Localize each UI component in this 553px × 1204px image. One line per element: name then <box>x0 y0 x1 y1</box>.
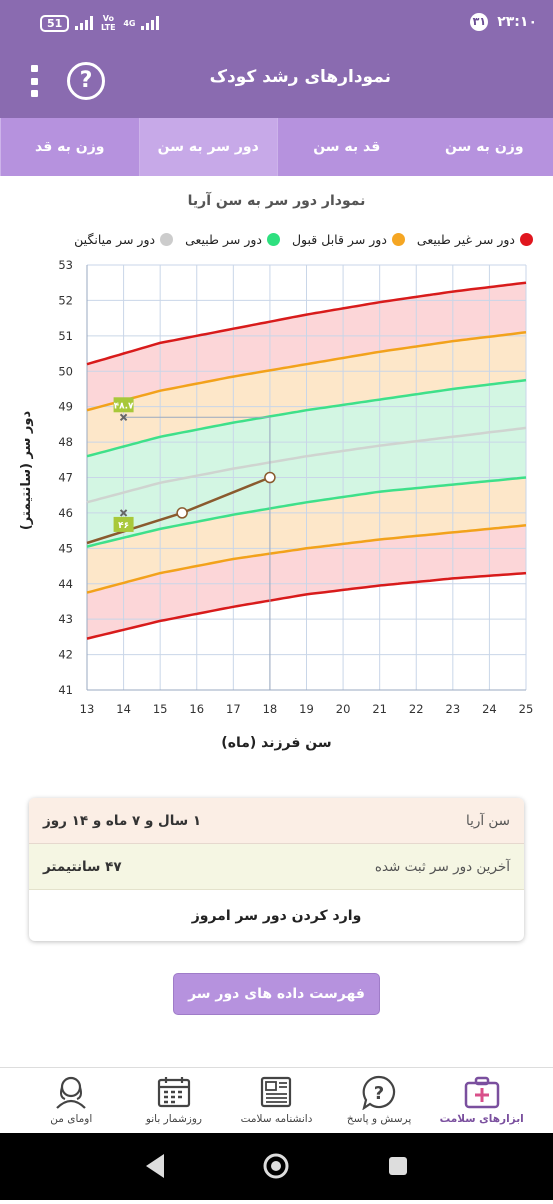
legend-label: دور سر میانگین <box>74 232 155 247</box>
network-type-label: 4G <box>123 19 135 28</box>
legend-dot <box>160 233 173 246</box>
y-tick-label: 51 <box>58 329 73 343</box>
y-tick-label: 42 <box>58 648 73 662</box>
nav-label: پرسش و پاسخ <box>347 1113 411 1125</box>
legend-item-acceptable[interactable]: دور سر قابل قبول <box>292 232 405 247</box>
nav-encyclopedia[interactable]: دانشنامه سلامت <box>231 1068 321 1133</box>
nav-profile[interactable]: اومای من <box>26 1068 116 1133</box>
signal-icon-2 <box>141 16 159 30</box>
chart-legend: دور سر غیر طبیعی دور سر قابل قبول دور سر… <box>74 232 533 247</box>
svg-text:?: ? <box>374 1083 384 1104</box>
tab-head-age[interactable]: دور سر به سن <box>139 118 278 176</box>
enter-today-button[interactable]: وارد کردن دور سر امروز <box>29 890 524 941</box>
x-tick-label: 23 <box>446 702 461 716</box>
tab-height-age[interactable]: قد به سن <box>277 118 416 176</box>
overflow-menu-button[interactable] <box>20 61 48 101</box>
x-tick-label: 17 <box>226 702 241 716</box>
legend-dot <box>520 233 533 246</box>
age-label: سن آریا <box>466 813 510 829</box>
encyclopedia-icon <box>257 1074 295 1110</box>
calendar-icon <box>155 1074 193 1110</box>
y-tick-label: 50 <box>58 364 73 378</box>
status-bar: 51 Vo LTE 4G ۳۱ ۲۳:۱۰ <box>0 0 553 45</box>
x-tick-label: 18 <box>263 702 278 716</box>
battery-indicator: 51 <box>40 15 69 32</box>
nav-label: ابزارهای سلامت <box>440 1113 524 1125</box>
y-tick-label: 46 <box>58 506 73 520</box>
last-measure-row: آخرین دور سر ثبت شده ۴۷ سانتیمتر <box>29 844 524 890</box>
legend-item-mean[interactable]: دور سر میانگین <box>74 232 173 247</box>
legend-dot <box>392 233 405 246</box>
y-tick-label: 48 <box>58 435 73 449</box>
x-axis-label: سن فرزند (ماه) <box>0 735 553 751</box>
help-button[interactable]: ? <box>67 62 105 100</box>
x-tick-label: 20 <box>336 702 351 716</box>
app-bar: نمودارهای رشد کودک ? <box>0 45 553 118</box>
nav-label: روزشمار بانو <box>146 1113 202 1125</box>
clock: ۲۳:۱۰ <box>497 14 537 30</box>
volte-label: Vo LTE <box>99 14 117 32</box>
status-time: ۳۱ ۲۳:۱۰ <box>470 13 537 31</box>
signal-icon <box>75 16 93 30</box>
last-measure-label: آخرین دور سر ثبت شده <box>375 859 510 875</box>
profile-icon <box>52 1074 90 1110</box>
y-tick-label: 43 <box>58 612 73 626</box>
nav-qa[interactable]: ? پرسش و پاسخ <box>334 1068 424 1133</box>
nav-label: دانشنامه سلامت <box>241 1113 313 1125</box>
x-tick-label: 13 <box>80 702 95 716</box>
x-tick-label: 24 <box>482 702 497 716</box>
x-tick-label: 22 <box>409 702 424 716</box>
x-tick-label: 16 <box>189 702 204 716</box>
recents-icon[interactable] <box>389 1157 407 1175</box>
age-row: سن آریا ۱ سال و ۷ ماه و ۱۴ روز <box>29 798 524 844</box>
nav-label: اومای من <box>50 1113 92 1125</box>
chart-tabs: وزن به سن قد به سن دور سر به سن وزن به ق… <box>0 118 553 176</box>
legend-label: دور سر طبیعی <box>185 232 262 247</box>
system-navigation-bar <box>0 1133 553 1200</box>
last-measure-value: ۴۷ سانتیمتر <box>43 859 122 875</box>
legend-item-abnormal[interactable]: دور سر غیر طبیعی <box>417 232 533 247</box>
status-icons: 51 Vo LTE 4G <box>40 14 159 32</box>
head-circumference-chart[interactable]: 13 14 15 16 17 18 19 20 21 22 23 24 25 41 42 43 44 45 46 47… <box>0 255 553 725</box>
x-tick-label: 19 <box>299 702 314 716</box>
x-tick-label: 21 <box>372 702 387 716</box>
y-tick-label: 45 <box>58 541 73 555</box>
legend-dot <box>267 233 280 246</box>
y-tick-label: 52 <box>58 293 73 307</box>
legend-label: دور سر قابل قبول <box>292 232 387 247</box>
x-tick-label: 14 <box>116 702 131 716</box>
notification-badge: ۳۱ <box>470 13 488 31</box>
back-icon[interactable] <box>146 1154 164 1178</box>
child-point <box>177 508 187 518</box>
nav-health-tools[interactable]: ابزارهای سلامت <box>437 1068 527 1133</box>
child-point <box>265 473 275 483</box>
age-value: ۱ سال و ۷ ماه و ۱۴ روز <box>43 813 201 829</box>
x-tick-label: 15 <box>153 702 168 716</box>
info-card: سن آریا ۱ سال و ۷ ماه و ۱۴ روز آخرین دور… <box>29 798 524 941</box>
y-tick-label: 49 <box>58 400 73 414</box>
y-tick-label: 47 <box>58 471 73 485</box>
legend-label: دور سر غیر طبیعی <box>417 232 515 247</box>
y-tick-label: 41 <box>58 683 73 697</box>
tab-weight-height[interactable]: وزن به قد <box>0 118 139 176</box>
y-axis-label: دور سر (سانتیمتر) <box>19 411 34 530</box>
tab-weight-age[interactable]: وزن به سن <box>416 118 553 176</box>
page-title: نمودارهای رشد کودک <box>210 67 391 87</box>
marker-label: ۴۶ <box>118 521 129 531</box>
x-tick-label: 25 <box>519 702 534 716</box>
bottom-navigation: ابزارهای سلامت ? پرسش و پاسخ دانشنامه سل… <box>0 1067 553 1133</box>
marker-label: ۴۸.۷ <box>114 401 134 411</box>
chart-title: نمودار دور سر به سن آریا <box>0 193 553 209</box>
legend-item-normal[interactable]: دور سر طبیعی <box>185 232 280 247</box>
y-tick-label: 44 <box>58 577 73 591</box>
nav-calendar[interactable]: روزشمار بانو <box>129 1068 219 1133</box>
y-tick-label: 53 <box>58 258 73 272</box>
question-icon: ? <box>360 1074 398 1110</box>
data-list-button[interactable]: فهرست داده های دور سر آریا <box>173 973 380 1015</box>
health-kit-icon <box>463 1074 501 1110</box>
